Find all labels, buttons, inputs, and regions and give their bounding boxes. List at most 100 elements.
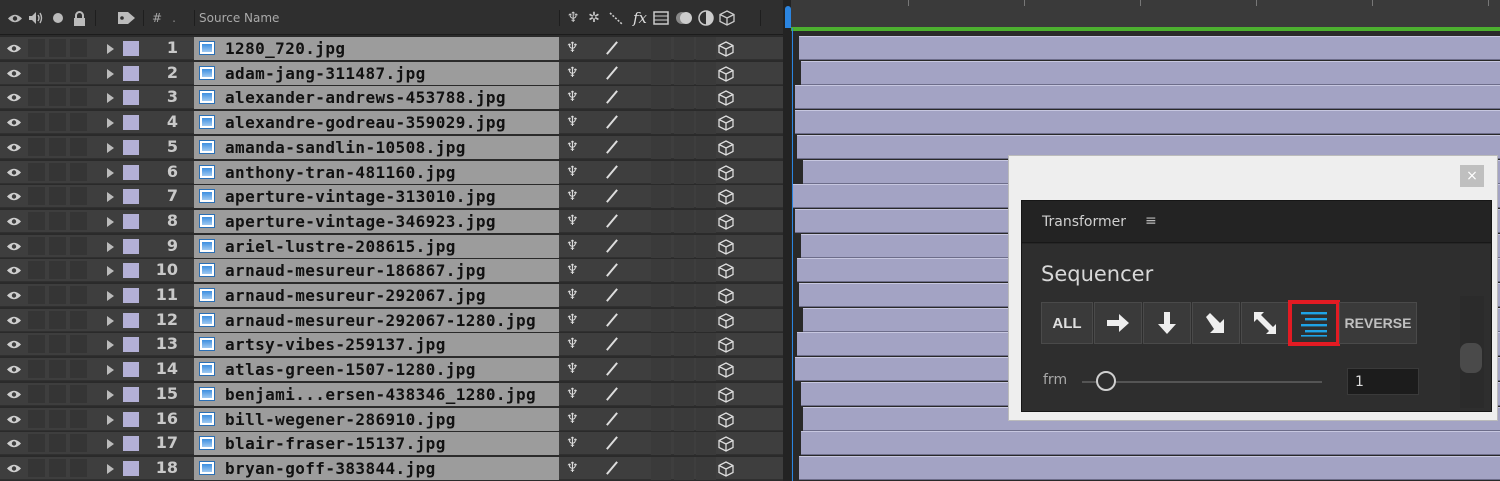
- expand-triangle-icon[interactable]: [107, 464, 114, 474]
- eye-icon[interactable]: [6, 92, 22, 103]
- motion-blur-switch[interactable]: [674, 210, 694, 233]
- motion-blur-header-icon[interactable]: [674, 10, 694, 26]
- eye-icon[interactable]: [6, 438, 22, 449]
- layer-row[interactable]: 11 arnaud-mesureur-292067.jpg ♆: [0, 283, 783, 307]
- lock-toggle[interactable]: [70, 385, 87, 403]
- shy-switch-icon[interactable]: ♆: [566, 164, 579, 180]
- layer-row[interactable]: 3 alexander-andrews-453788.jpg ♆: [0, 85, 783, 109]
- lock-toggle[interactable]: [70, 39, 87, 57]
- frame-blending-switch[interactable]: [651, 86, 671, 109]
- layer-row[interactable]: 4 alexandre-godreau-359029.jpg ♆: [0, 110, 783, 134]
- eye-icon[interactable]: [6, 167, 22, 178]
- expand-triangle-icon[interactable]: [107, 69, 114, 79]
- adjustment-layer-switch[interactable]: [696, 383, 716, 406]
- audio-toggle[interactable]: [28, 335, 45, 353]
- layer-duration-bar[interactable]: [799, 456, 1500, 480]
- layer-row[interactable]: 14 atlas-green-1507-1280.jpg ♆: [0, 357, 783, 381]
- solo-toggle[interactable]: [49, 88, 66, 106]
- 3d-layer-icon[interactable]: [718, 189, 734, 205]
- label-color-swatch[interactable]: [123, 461, 139, 476]
- 3d-layer-icon[interactable]: [718, 66, 734, 82]
- layer-row[interactable]: 1 1280_720.jpg ♆: [0, 36, 783, 60]
- quality-switch-icon[interactable]: [606, 90, 618, 104]
- time-ruler[interactable]: [791, 0, 1500, 31]
- reverse-button[interactable]: REVERSE: [1339, 302, 1417, 344]
- quality-switch-icon[interactable]: [606, 387, 618, 401]
- layer-row[interactable]: 10 arnaud-mesureur-186867.jpg ♆: [0, 258, 783, 282]
- layer-name-cell[interactable]: 1280_720.jpg: [194, 37, 559, 60]
- audio-toggle[interactable]: [28, 39, 45, 57]
- solo-toggle[interactable]: [49, 385, 66, 403]
- 3d-layer-icon[interactable]: [718, 165, 734, 181]
- motion-blur-switch[interactable]: [674, 383, 694, 406]
- layer-name-cell[interactable]: anthony-tran-481160.jpg: [194, 161, 559, 184]
- panel-scrollbar-thumb[interactable]: [1460, 343, 1482, 373]
- frame-blending-switch[interactable]: [651, 358, 671, 381]
- shy-switch-icon[interactable]: ♆: [566, 65, 579, 81]
- solo-toggle[interactable]: [49, 163, 66, 181]
- motion-blur-switch[interactable]: [674, 333, 694, 356]
- layer-name-cell[interactable]: atlas-green-1507-1280.jpg: [194, 358, 559, 381]
- motion-blur-switch[interactable]: [674, 432, 694, 455]
- layer-name-cell[interactable]: adam-jang-311487.jpg: [194, 62, 559, 85]
- solo-toggle[interactable]: [49, 311, 66, 329]
- motion-blur-switch[interactable]: [674, 457, 694, 480]
- layer-name-cell[interactable]: arnaud-mesureur-292067.jpg: [194, 284, 559, 307]
- adjustment-layer-switch[interactable]: [696, 210, 716, 233]
- lock-toggle[interactable]: [70, 335, 87, 353]
- layer-name-cell[interactable]: blair-fraser-15137.jpg: [194, 432, 559, 455]
- expand-triangle-icon[interactable]: [107, 168, 114, 178]
- 3d-layer-icon[interactable]: [718, 214, 734, 230]
- layer-row[interactable]: 6 anthony-tran-481160.jpg ♆: [0, 160, 783, 184]
- audio-toggle[interactable]: [28, 434, 45, 452]
- frame-blending-header-icon[interactable]: [651, 10, 671, 26]
- label-color-swatch[interactable]: [123, 140, 139, 155]
- eye-icon[interactable]: [6, 463, 22, 474]
- sequence-expand-button[interactable]: [1241, 302, 1289, 344]
- frame-blending-switch[interactable]: [651, 432, 671, 455]
- solo-toggle[interactable]: [49, 64, 66, 82]
- solo-toggle[interactable]: [49, 360, 66, 378]
- quality-switch-icon[interactable]: [606, 337, 618, 351]
- quality-header-icon[interactable]: [607, 10, 625, 26]
- layer-duration-bar[interactable]: [795, 110, 1500, 134]
- solo-toggle[interactable]: [49, 113, 66, 131]
- quality-switch-icon[interactable]: [606, 165, 618, 179]
- quality-switch-icon[interactable]: [606, 263, 618, 277]
- label-color-swatch[interactable]: [123, 436, 139, 451]
- panel-menu-icon[interactable]: ≡: [1145, 213, 1157, 229]
- quality-switch-icon[interactable]: [606, 140, 618, 154]
- motion-blur-switch[interactable]: [674, 86, 694, 109]
- audio-toggle[interactable]: [28, 410, 45, 428]
- eye-icon[interactable]: [6, 389, 22, 400]
- lock-toggle[interactable]: [70, 261, 87, 279]
- label-color-swatch[interactable]: [123, 90, 139, 105]
- frame-value-input[interactable]: 1: [1347, 368, 1419, 395]
- expand-triangle-icon[interactable]: [107, 316, 114, 326]
- expand-triangle-icon[interactable]: [107, 340, 114, 350]
- lock-toggle[interactable]: [70, 410, 87, 428]
- motion-blur-switch[interactable]: [674, 284, 694, 307]
- adjustment-layer-switch[interactable]: [696, 333, 716, 356]
- layer-row[interactable]: 16 bill-wegener-286910.jpg ♆: [0, 407, 783, 431]
- source-name-header[interactable]: Source Name: [199, 10, 399, 26]
- quality-switch-icon[interactable]: [606, 436, 618, 450]
- audio-header-icon[interactable]: [27, 10, 45, 26]
- layer-row[interactable]: 7 aperture-vintage-313010.jpg ♆: [0, 184, 783, 208]
- audio-toggle[interactable]: [28, 187, 45, 205]
- layer-duration-bar[interactable]: [795, 85, 1500, 109]
- lock-toggle[interactable]: [70, 64, 87, 82]
- lock-toggle[interactable]: [70, 311, 87, 329]
- audio-toggle[interactable]: [28, 113, 45, 131]
- shy-switch-icon[interactable]: ♆: [566, 40, 579, 56]
- 3d-layer-icon[interactable]: [718, 387, 734, 403]
- label-color-swatch[interactable]: [123, 288, 139, 303]
- 3d-layer-icon[interactable]: [718, 362, 734, 378]
- lock-toggle[interactable]: [70, 187, 87, 205]
- close-button[interactable]: ×: [1460, 165, 1484, 187]
- layer-name-cell[interactable]: arnaud-mesureur-186867.jpg: [194, 259, 559, 282]
- motion-blur-switch[interactable]: [674, 309, 694, 332]
- motion-blur-switch[interactable]: [674, 185, 694, 208]
- quality-switch-icon[interactable]: [606, 115, 618, 129]
- layer-name-cell[interactable]: aperture-vintage-346923.jpg: [194, 210, 559, 233]
